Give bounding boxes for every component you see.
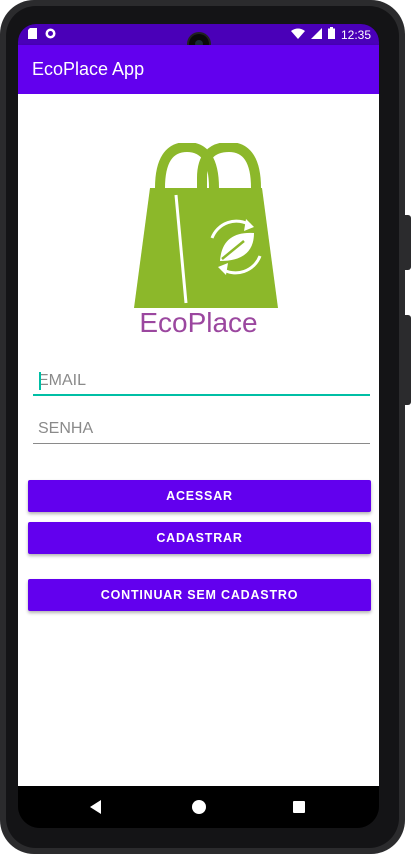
phone-screen: 12:35 EcoPlace App EcoPlace EMAIL ACESSA…	[18, 24, 379, 828]
password-field[interactable]	[33, 416, 370, 444]
password-input[interactable]	[33, 416, 370, 442]
password-underline	[33, 443, 370, 444]
power-button	[405, 315, 411, 405]
shopping-bag-logo-icon	[134, 143, 278, 308]
recents-icon[interactable]	[293, 801, 305, 813]
battery-icon	[327, 27, 335, 42]
email-underline	[33, 394, 370, 396]
volume-button	[405, 215, 411, 270]
continue-without-register-button[interactable]: CONTINUAR SEM CADASTRO	[28, 579, 371, 611]
login-button[interactable]: ACESSAR	[28, 480, 371, 512]
home-icon[interactable]	[192, 800, 206, 814]
app-bar: EcoPlace App	[18, 45, 379, 94]
notification-icon	[45, 28, 56, 42]
text-cursor	[39, 372, 41, 390]
status-time: 12:35	[340, 27, 371, 42]
register-button[interactable]: CADASTRAR	[28, 522, 371, 554]
sd-card-icon	[28, 28, 37, 42]
email-input[interactable]	[33, 368, 370, 394]
email-field[interactable]	[33, 368, 370, 396]
app-title: EcoPlace App	[32, 59, 145, 79]
back-icon[interactable]	[90, 800, 101, 814]
login-screen: EcoPlace ACESSAR CADASTRAR CONTINUAR SEM…	[18, 94, 379, 786]
logo-wordmark: EcoPlace	[139, 307, 258, 338]
navigation-bar	[18, 786, 379, 828]
cell-signal-icon	[310, 27, 322, 42]
wifi-icon	[290, 28, 305, 42]
